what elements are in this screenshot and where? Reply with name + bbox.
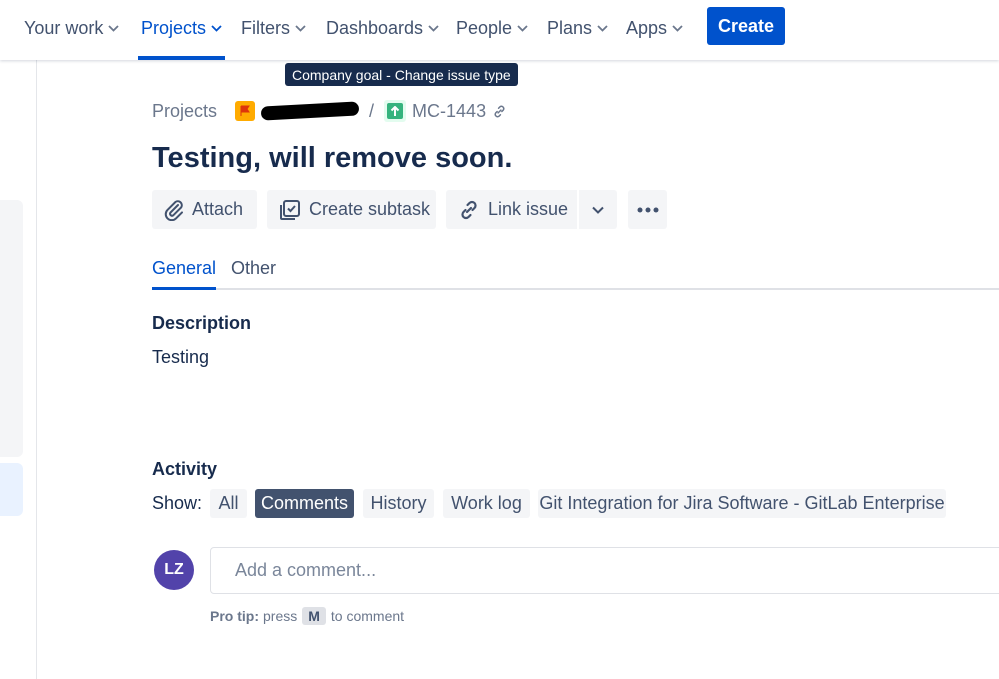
issue-key-link[interactable]: MC-1443: [412, 101, 486, 122]
copy-link-icon[interactable]: [492, 104, 507, 119]
attach-button[interactable]: Attach: [152, 190, 257, 229]
breadcrumb-separator: /: [369, 100, 375, 121]
chevron-down-icon: [108, 24, 120, 32]
filter-history-button[interactable]: History: [363, 489, 434, 518]
protip-suffix: to comment: [330, 608, 405, 624]
keyboard-shortcut-key: M: [302, 607, 326, 625]
attach-label: Attach: [192, 199, 244, 219]
issue-title[interactable]: Testing, will remove soon.: [152, 142, 512, 175]
nav-label: Projects: [141, 17, 207, 38]
more-actions-button[interactable]: [628, 190, 667, 229]
nav-filters[interactable]: Filters: [241, 0, 306, 56]
sidebar-selected-item[interactable]: [0, 463, 23, 516]
more-icon: [637, 207, 658, 212]
paperclip-icon: [164, 199, 183, 221]
nav-people[interactable]: People: [456, 0, 528, 56]
sidebar-divider: [36, 60, 37, 679]
nav-plans[interactable]: Plans: [547, 0, 608, 56]
filter-all-button[interactable]: All: [210, 489, 247, 518]
chevron-down-icon: [592, 206, 604, 214]
create-button[interactable]: Create: [707, 7, 785, 45]
filter-comments-button[interactable]: Comments: [255, 489, 354, 518]
link-issue-dropdown-button[interactable]: [579, 190, 617, 229]
link-issue-button[interactable]: Link issue: [446, 190, 577, 229]
chevron-down-icon: [428, 24, 439, 32]
nav-your-work[interactable]: Your work: [24, 0, 120, 56]
create-subtask-label: Create subtask: [309, 199, 431, 219]
project-icon[interactable]: [235, 101, 256, 121]
comment-input[interactable]: Add a comment...: [210, 547, 999, 594]
subtask-icon: [280, 199, 300, 220]
nav-label: Apps: [626, 17, 668, 38]
chevron-down-icon: [517, 24, 528, 32]
chevron-down-icon: [597, 24, 608, 32]
description-text[interactable]: Testing: [152, 347, 209, 368]
nav-label: Your work: [24, 17, 104, 38]
top-navigation: Your work Projects Filters Dashboards Pe…: [0, 0, 999, 60]
nav-label: People: [456, 17, 513, 38]
sidebar-panel: [0, 200, 23, 457]
issue-type-tooltip: Company goal - Change issue type: [285, 63, 518, 86]
nav-label: Plans: [547, 17, 593, 38]
issue-type-icon[interactable]: [384, 100, 407, 122]
tab-other[interactable]: Other: [231, 258, 276, 288]
create-subtask-button[interactable]: Create subtask: [267, 190, 436, 229]
filter-work-log-button[interactable]: Work log: [443, 489, 530, 518]
pro-tip: Pro tip: press M to comment: [210, 607, 404, 625]
protip-label: Pro tip:: [210, 608, 259, 624]
chevron-down-icon: [295, 24, 306, 32]
breadcrumb: Projects / MC-1443: [152, 98, 507, 124]
description-heading: Description: [152, 313, 252, 333]
chevron-down-icon: [211, 24, 222, 32]
protip-press: press: [263, 608, 298, 624]
chevron-down-icon: [672, 24, 683, 32]
nav-label: Filters: [241, 17, 290, 38]
activity-heading: Activity: [152, 459, 218, 479]
issue-tabs: General Other: [152, 258, 999, 290]
filter-git-integration-button[interactable]: Git Integration for Jira Software - GitL…: [538, 489, 946, 518]
avatar[interactable]: LZ: [154, 550, 194, 590]
nav-dashboards[interactable]: Dashboards: [326, 0, 439, 56]
redacted-project-name: [260, 101, 360, 121]
nav-apps[interactable]: Apps: [626, 0, 683, 56]
nav-projects[interactable]: Projects: [138, 0, 226, 60]
breadcrumb-projects-link[interactable]: Projects: [152, 101, 217, 122]
show-label: Show:: [152, 493, 203, 513]
link-issue-label: Link issue: [488, 199, 569, 219]
tab-general[interactable]: General: [152, 258, 217, 290]
link-icon: [461, 200, 477, 219]
nav-label: Dashboards: [326, 17, 424, 38]
